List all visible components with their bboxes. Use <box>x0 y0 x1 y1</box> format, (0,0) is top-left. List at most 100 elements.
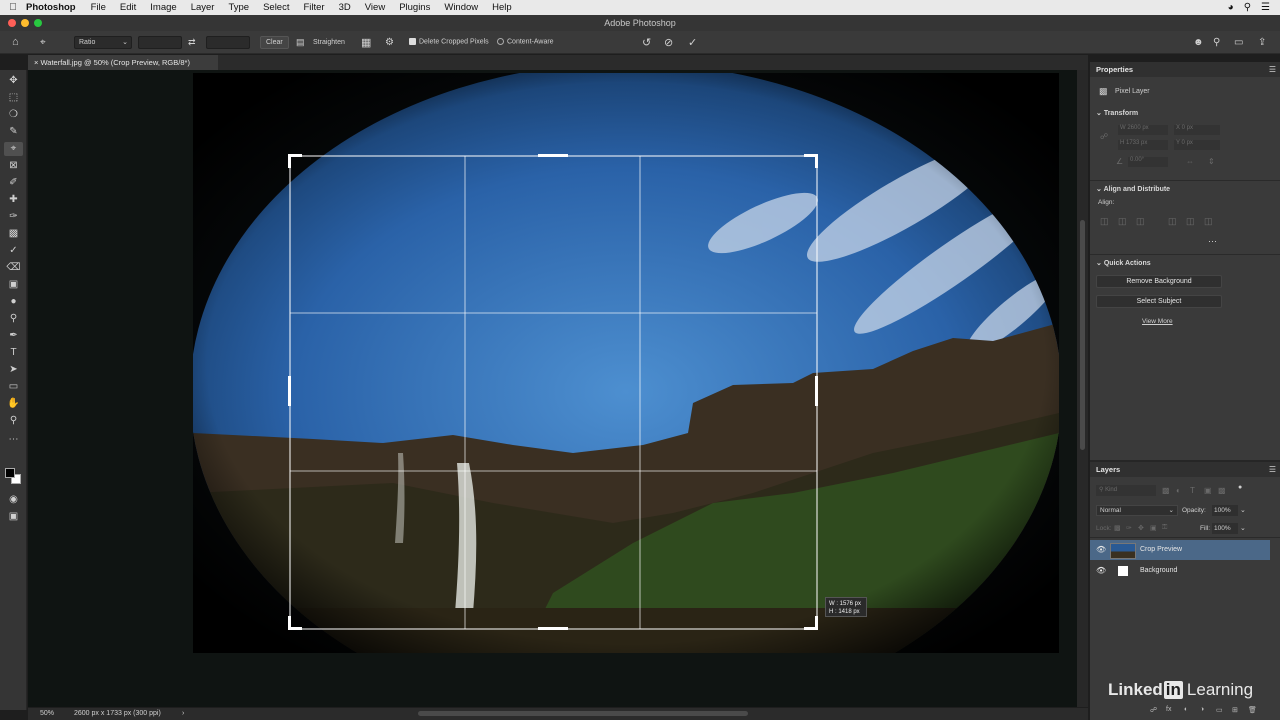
visibility-eye-icon[interactable]: 👁 <box>1096 561 1106 581</box>
canvas-area[interactable]: W : 1576 px H : 1418 px <box>28 70 1077 707</box>
horizontal-scrollbar-thumb[interactable] <box>418 711 748 716</box>
adjustment-layer-icon[interactable]: ◑ <box>1200 706 1204 713</box>
menu-file[interactable]: File <box>84 2 113 13</box>
hand-tool-icon[interactable]: ✋ <box>4 397 23 411</box>
transform-height[interactable]: H 1733 px <box>1118 140 1168 150</box>
creative-cloud-icon[interactable]: ◕ <box>1228 2 1234 13</box>
apple-icon[interactable]:  <box>0 2 26 13</box>
flip-vertical-icon[interactable]: ⇕ <box>1208 157 1215 166</box>
align-middle-v-icon[interactable]: ◫ <box>1186 216 1195 227</box>
blend-mode-select[interactable]: Normal ⌄ <box>1096 505 1178 516</box>
pen-tool-icon[interactable]: ✒ <box>4 329 23 343</box>
lock-artboard-icon[interactable]: ▣ <box>1150 524 1157 532</box>
layers-panel-menu-icon[interactable]: ☰ <box>1269 465 1276 474</box>
quick-mask-icon[interactable]: ◉ <box>4 493 23 507</box>
new-group-icon[interactable]: ▭ <box>1216 706 1223 714</box>
menu-3d[interactable]: 3D <box>332 2 358 13</box>
menu-edit[interactable]: Edit <box>113 2 143 13</box>
menu-help[interactable]: Help <box>485 2 519 13</box>
align-right-icon[interactable]: ◫ <box>1136 216 1145 227</box>
transform-x[interactable]: X 0 px <box>1174 125 1220 135</box>
zoom-level[interactable]: 50% <box>40 708 54 720</box>
quick-actions-header[interactable]: ⌄ Quick Actions <box>1096 259 1151 267</box>
layer-row-crop-preview[interactable]: 👁 Crop Preview <box>1090 540 1270 560</box>
document-tab[interactable]: × Waterfall.jpg @ 50% (Crop Preview, RGB… <box>28 55 218 70</box>
delete-layer-icon[interactable]: 🗑 <box>1248 706 1257 714</box>
filter-pixel-icon[interactable]: ▩ <box>1162 486 1170 495</box>
canvas-scrollbar[interactable] <box>1077 70 1088 707</box>
straighten-icon[interactable]: ▤ <box>296 37 305 48</box>
delete-cropped-checkbox[interactable]: Delete Cropped Pixels <box>409 38 489 46</box>
crop-handle-right[interactable] <box>815 376 818 406</box>
minimize-window-button[interactable] <box>21 19 29 27</box>
menu-image[interactable]: Image <box>143 2 183 13</box>
dodge-tool-icon[interactable]: ⚲ <box>4 312 23 326</box>
transform-angle[interactable]: 0.00° <box>1128 157 1168 167</box>
align-distribute-header[interactable]: ⌄ Align and Distribute <box>1096 185 1170 193</box>
kind-filter[interactable]: ⚲ Kind <box>1096 485 1156 496</box>
layers-tab[interactable]: Layers <box>1090 462 1280 477</box>
filter-type-icon[interactable]: T <box>1190 486 1195 495</box>
screen-mode-icon[interactable]: ▣ <box>4 510 23 524</box>
overlay-grid-icon[interactable]: ▦ <box>361 36 371 49</box>
path-selection-tool-icon[interactable]: ➤ <box>4 363 23 377</box>
crop-handle-top[interactable] <box>538 154 568 157</box>
control-center-icon[interactable]: ☰ <box>1261 2 1270 13</box>
align-top-icon[interactable]: ◫ <box>1168 216 1177 227</box>
chevron-right-icon[interactable]: › <box>182 708 184 720</box>
panel-menu-icon[interactable]: ☰ <box>1269 65 1276 74</box>
cancel-icon[interactable]: ⊘ <box>664 36 673 49</box>
transform-header[interactable]: ⌄ Transform <box>1096 109 1138 117</box>
crop-handle-top-left[interactable] <box>288 154 302 168</box>
width-ratio-input[interactable] <box>138 35 182 49</box>
menu-window[interactable]: Window <box>437 2 485 13</box>
crop-handle-bottom[interactable] <box>538 627 568 630</box>
align-left-icon[interactable]: ◫ <box>1100 216 1109 227</box>
crop-tool-icon[interactable]: ⌖ <box>4 142 23 156</box>
swap-icon[interactable]: ⇄ <box>188 37 196 48</box>
document-info[interactable]: 2600 px x 1733 px (300 ppi) <box>74 708 161 720</box>
layer-name[interactable]: Background <box>1140 561 1177 581</box>
crop-handle-top-right[interactable] <box>804 154 818 168</box>
menu-view[interactable]: View <box>358 2 392 13</box>
crop-handle-left[interactable] <box>288 376 291 406</box>
content-aware-checkbox[interactable]: Content-Aware <box>497 38 554 46</box>
menu-type[interactable]: Type <box>221 2 256 13</box>
transform-y[interactable]: Y 0 px <box>1174 140 1220 150</box>
menu-filter[interactable]: Filter <box>296 2 331 13</box>
filter-smart-object-icon[interactable]: ▩ <box>1218 486 1226 495</box>
gear-icon[interactable]: ⚙ <box>385 37 394 48</box>
select-subject-button[interactable]: Select Subject <box>1096 295 1222 308</box>
layer-row-background[interactable]: 👁 Background <box>1090 561 1270 581</box>
scrollbar-thumb[interactable] <box>1080 220 1085 450</box>
foreground-color-swatch[interactable] <box>5 468 15 478</box>
opacity-input[interactable]: 100% <box>1212 505 1238 516</box>
straighten-button[interactable]: Straighten <box>313 39 345 46</box>
clear-button[interactable]: Clear <box>260 35 289 49</box>
spotlight-search-icon[interactable]: ⚲ <box>1244 2 1251 13</box>
share-icon[interactable]: ☻ <box>1193 37 1204 48</box>
menu-layer[interactable]: Layer <box>184 2 222 13</box>
fill-input[interactable]: 100% <box>1212 523 1238 534</box>
visibility-eye-icon[interactable]: 👁 <box>1096 540 1106 560</box>
lock-position-icon[interactable]: ✥ <box>1138 524 1144 532</box>
chevron-down-icon[interactable]: ⌄ <box>1240 524 1246 532</box>
filter-shape-icon[interactable]: ▣ <box>1204 486 1212 495</box>
remove-background-button[interactable]: Remove Background <box>1096 275 1222 288</box>
zoom-tool-icon[interactable]: ⚲ <box>4 414 23 428</box>
eraser-tool-icon[interactable]: ⌫ <box>4 261 23 275</box>
filter-toggle-icon[interactable]: ● <box>1238 484 1242 491</box>
frame-tool-icon[interactable]: ⊠ <box>4 159 23 173</box>
more-tools-icon[interactable]: ⋯ <box>4 433 23 447</box>
blur-tool-icon[interactable]: ● <box>4 295 23 309</box>
crop-tool-preset-icon[interactable]: ⌖ <box>40 37 46 48</box>
history-brush-tool-icon[interactable]: ✓ <box>4 244 23 258</box>
layer-style-icon[interactable]: fx <box>1166 706 1171 713</box>
type-tool-icon[interactable]: T <box>4 346 23 360</box>
menu-select[interactable]: Select <box>256 2 296 13</box>
add-mask-icon[interactable]: ◐ <box>1184 706 1188 713</box>
crop-handle-bottom-right[interactable] <box>804 616 818 630</box>
new-layer-icon[interactable]: ⊞ <box>1232 706 1238 714</box>
commit-icon[interactable]: ✓ <box>688 36 697 49</box>
crop-overlay[interactable] <box>289 155 819 633</box>
